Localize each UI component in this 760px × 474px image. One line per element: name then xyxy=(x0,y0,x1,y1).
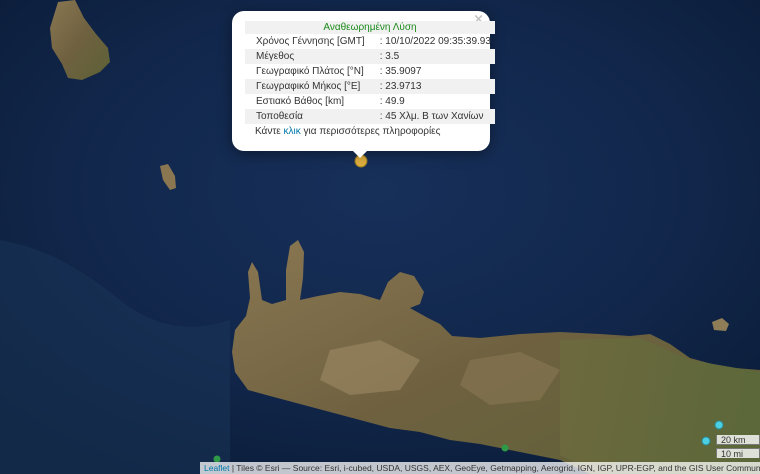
row-value: : 10/10/2022 09:35:39.93 xyxy=(379,36,491,47)
table-row: Τοποθεσία : 45 Χλμ. Β των Χανίων xyxy=(245,109,495,124)
more-info-prefix: Κάντε xyxy=(255,126,281,137)
earthquake-marker-green-2[interactable] xyxy=(501,444,509,452)
attribution-bar: Leaflet | Tiles © Esri — Source: Esri, i… xyxy=(200,462,760,474)
row-label: Γεωγραφικό Μήκος [°E] xyxy=(245,79,369,94)
earthquake-marker-cyan-2[interactable] xyxy=(701,436,711,446)
row-value: : 23.9713 xyxy=(368,79,495,94)
table-row: Μέγεθος : 3.5 xyxy=(245,49,495,64)
row-value: : 35.9097 xyxy=(379,66,422,77)
row-label: Εστιακό Βάθος [km] xyxy=(256,96,345,107)
row-label: Μέγεθος xyxy=(245,49,369,64)
more-info-text: Κάντε κλικ για περισσότερες πληροφορίες xyxy=(255,126,440,137)
popup-tip xyxy=(350,148,370,158)
more-info-suffix: για περισσότερες πληροφορίες xyxy=(303,126,441,137)
more-info-link[interactable]: κλικ xyxy=(284,126,301,137)
leaflet-link[interactable]: Leaflet xyxy=(204,463,230,473)
row-value: : 49.9 xyxy=(379,96,405,107)
table-row: Χρόνος Γέννησης [GMT] : 10/10/2022 09:35… xyxy=(245,34,495,49)
earthquake-marker-cyan-1[interactable] xyxy=(714,420,724,430)
row-label: Γεωγραφικό Πλάτος [°N] xyxy=(256,66,364,77)
earthquake-popup: × Αναθεωρημένη Λύση Χρόνος Γέννησης [GMT… xyxy=(232,11,495,151)
row-label: Χρόνος Γέννησης [GMT] xyxy=(256,36,365,47)
row-value: : 45 Χλμ. Β των Χανίων xyxy=(368,109,495,124)
scale-mi: 10 mi xyxy=(716,448,760,459)
table-row: Εστιακό Βάθος [km] : 49.9 xyxy=(245,94,495,109)
table-row: Γεωγραφικό Πλάτος [°N] : 35.9097 xyxy=(245,64,495,79)
row-value: : 3.5 xyxy=(368,49,495,64)
row-label: Τοποθεσία xyxy=(245,109,369,124)
popup-title: Αναθεωρημένη Λύση xyxy=(245,21,495,34)
attribution-text: | Tiles © Esri — Source: Esri, i-cubed, … xyxy=(229,463,760,473)
scale-km: 20 km xyxy=(716,435,760,445)
info-table: Αναθεωρημένη Λύση Χρόνος Γέννησης [GMT] … xyxy=(245,21,495,124)
table-row: Γεωγραφικό Μήκος [°E] : 23.9713 xyxy=(245,79,495,94)
